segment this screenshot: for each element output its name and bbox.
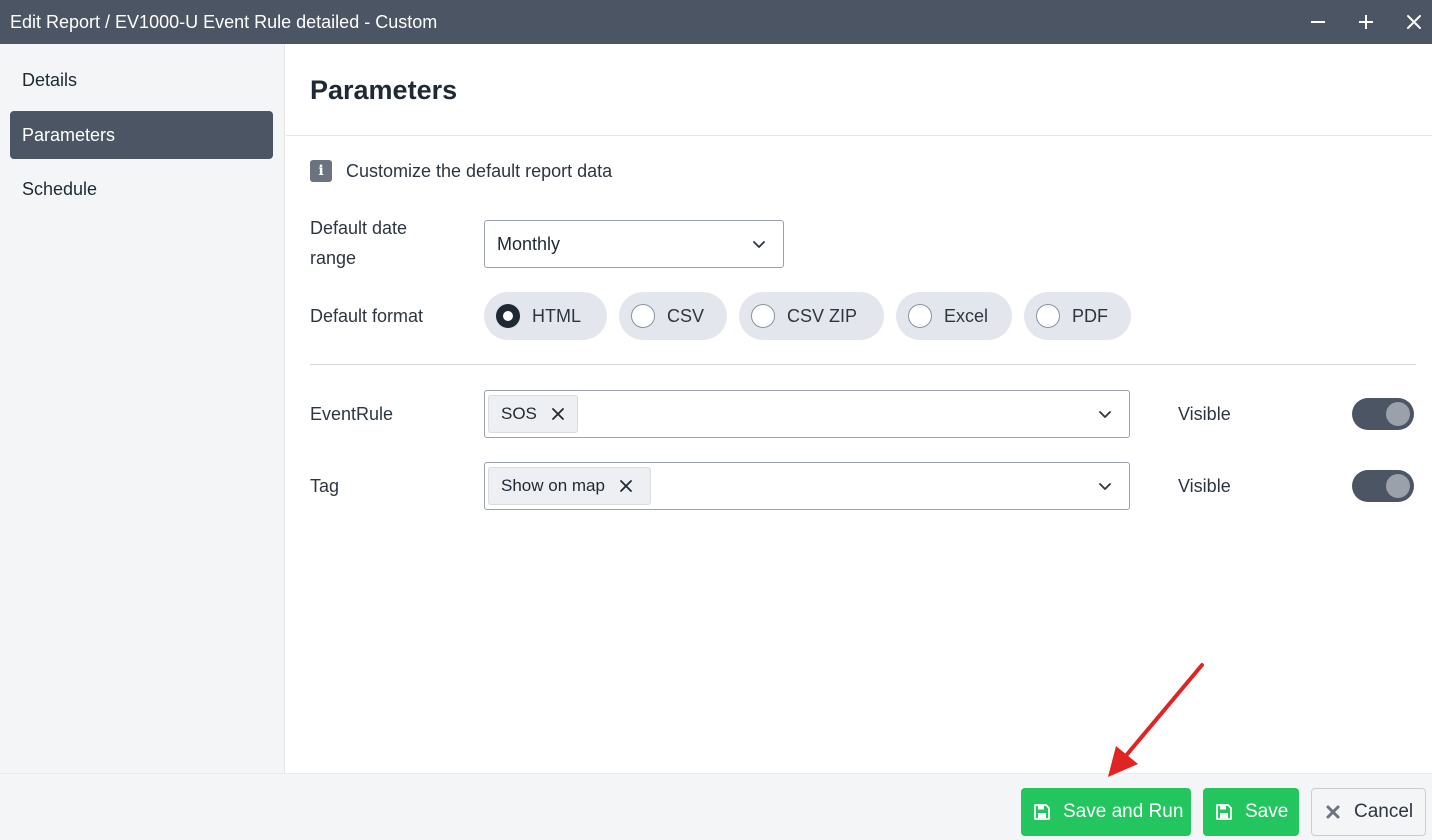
- radio-checked-icon: [496, 304, 520, 328]
- format-option-label: Excel: [944, 306, 989, 326]
- format-option-excel[interactable]: Excel: [896, 292, 1012, 340]
- minimize-icon: [1311, 21, 1325, 23]
- cancel-label: Cancel: [1354, 801, 1414, 822]
- save-icon: [1034, 804, 1050, 820]
- info-icon: i: [310, 160, 332, 182]
- chip-label: Show on map: [501, 476, 605, 495]
- tag-chip: Show on map: [488, 467, 651, 505]
- tag-visible-label: Visible: [1178, 476, 1231, 496]
- remove-chip-icon[interactable]: [551, 407, 565, 421]
- format-option-label: CSV: [667, 306, 705, 326]
- format-option-label: HTML: [532, 306, 581, 326]
- cancel-button[interactable]: Cancel: [1311, 788, 1426, 836]
- sidebar-item-label: Details: [22, 70, 78, 90]
- save-icon: [1216, 804, 1232, 820]
- save-and-run-label: Save and Run: [1063, 801, 1184, 822]
- window-title: Edit Report / EV1000-U Event Rule detail…: [10, 12, 438, 32]
- maximize-button[interactable]: [1352, 8, 1380, 36]
- close-icon: [1326, 805, 1340, 819]
- save-label: Save: [1245, 801, 1289, 822]
- minimize-button[interactable]: [1304, 8, 1332, 36]
- event-rule-label: EventRule: [310, 404, 394, 424]
- save-button[interactable]: Save: [1203, 788, 1299, 836]
- sidebar-item-label: Schedule: [22, 179, 98, 199]
- radio-unchecked-icon: [1036, 304, 1060, 328]
- format-option-csv-zip[interactable]: CSV ZIP: [739, 292, 884, 340]
- tag-visible-toggle[interactable]: [1352, 470, 1414, 502]
- sidebar-item-parameters[interactable]: Parameters: [10, 111, 273, 159]
- radio-unchecked-icon: [751, 304, 775, 328]
- panel-header: Parameters: [286, 44, 1432, 136]
- format-option-csv[interactable]: CSV: [619, 292, 727, 340]
- tag-select[interactable]: Show on map: [484, 462, 1130, 510]
- window-titlebar: Edit Report / EV1000-U Event Rule detail…: [0, 0, 1432, 44]
- format-option-label: PDF: [1072, 306, 1108, 326]
- format-option-label: CSV ZIP: [787, 306, 858, 326]
- save-and-run-button[interactable]: Save and Run: [1021, 788, 1191, 836]
- event-rule-visible-toggle[interactable]: [1352, 398, 1414, 430]
- toggle-knob: [1386, 402, 1410, 426]
- close-button[interactable]: [1400, 8, 1428, 36]
- close-icon: [1407, 15, 1421, 29]
- sidebar-item-label: Parameters: [22, 125, 116, 145]
- divider: [310, 364, 1416, 365]
- format-option-pdf[interactable]: PDF: [1024, 292, 1131, 340]
- chevron-down-icon: [753, 241, 765, 248]
- event-rule-visible-label: Visible: [1178, 404, 1231, 424]
- main-panel: Parameters i Customize the default repor…: [286, 44, 1432, 773]
- event-rule-chip: SOS: [488, 395, 578, 433]
- toggle-knob: [1386, 474, 1410, 498]
- format-label: Default format: [310, 306, 424, 326]
- chevron-down-icon: [1099, 411, 1111, 418]
- info-row: i Customize the default report data: [310, 160, 612, 182]
- footer-bar: Save and Run Save Cancel: [0, 773, 1432, 840]
- radio-unchecked-icon: [908, 304, 932, 328]
- sidebar-item-schedule[interactable]: Schedule: [10, 165, 273, 213]
- sidebar-item-details[interactable]: Details: [10, 56, 273, 104]
- radio-unchecked-icon: [631, 304, 655, 328]
- page-title: Parameters: [310, 75, 458, 105]
- plus-icon: [1359, 15, 1373, 29]
- date-range-label: Default date range: [310, 218, 408, 268]
- remove-chip-icon[interactable]: [619, 479, 633, 493]
- tag-label: Tag: [310, 476, 340, 496]
- event-rule-select[interactable]: SOS: [484, 390, 1130, 438]
- format-option-html[interactable]: HTML: [484, 292, 607, 340]
- date-range-select[interactable]: Monthly: [484, 220, 784, 268]
- chip-label: SOS: [501, 404, 537, 423]
- date-range-value: Monthly: [497, 234, 561, 254]
- chevron-down-icon: [1099, 483, 1111, 490]
- sidebar: Details Parameters Schedule: [0, 44, 285, 773]
- info-text: Customize the default report data: [346, 161, 613, 181]
